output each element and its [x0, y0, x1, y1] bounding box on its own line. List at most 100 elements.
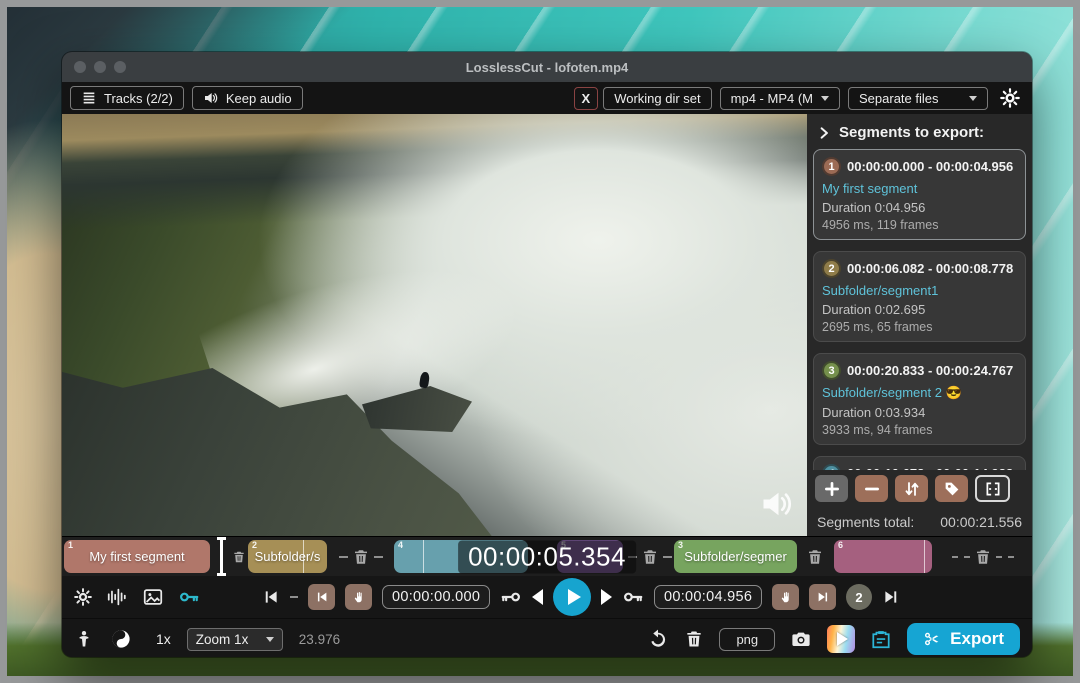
video-preview[interactable] [62, 114, 807, 536]
segment-number-badge: 3 [822, 361, 841, 380]
keyframe-cut-icon[interactable] [178, 586, 200, 608]
step-forward-button[interactable] [601, 589, 612, 605]
rotate-icon[interactable] [647, 628, 669, 650]
trash-icon[interactable] [352, 548, 370, 566]
segment-details: 4956 ms, 119 frames [822, 218, 1017, 232]
segment-card-3[interactable]: 3 00:00:20.833 - 00:00:24.767 Subfolder/… [813, 353, 1026, 445]
segment-card-1[interactable]: 1 00:00:00.000 - 00:00:04.956 My first s… [813, 149, 1026, 240]
segments-total-value: 00:00:21.556 [940, 514, 1022, 530]
segment-range: 00:00:06.082 - 00:00:08.778 [847, 261, 1013, 276]
trash-icon[interactable] [806, 548, 824, 566]
jump-file-end-icon[interactable] [882, 588, 900, 606]
working-dir-label: Working dir set [614, 91, 700, 106]
timeline-gap [800, 537, 830, 576]
play-icon [837, 632, 848, 646]
sort-numeric-icon [903, 480, 921, 498]
jump-cut-start-button[interactable] [308, 584, 335, 610]
framerate-value: 23.976 [299, 632, 340, 647]
segment-actions [813, 470, 1026, 508]
set-cut-end-button[interactable] [772, 584, 799, 610]
timeline-gap [936, 537, 1030, 576]
play-button[interactable] [553, 578, 591, 616]
current-time-display: 00:00:05.354 [458, 540, 636, 573]
chevron-down-icon [821, 96, 829, 101]
segment-name: Subfolder/segment1 [822, 283, 1017, 298]
timeline-segment-2[interactable]: 2 Subfolder/s [248, 540, 327, 573]
window-title: LosslessCut - lofoten.mp4 [62, 60, 1032, 75]
titlebar: LosslessCut - lofoten.mp4 [62, 52, 1032, 82]
export-options-clipboard-icon[interactable] [870, 628, 892, 650]
segment-duration: Duration 0:02.695 [822, 302, 1017, 317]
cut-end-time-input[interactable]: 00:00:04.956 [654, 585, 762, 609]
timeline-segment-3[interactable]: 3 Subfolder/segmer [674, 540, 797, 573]
losslesscut-window: LosslessCut - lofoten.mp4 Tracks (2/2) K… [62, 52, 1032, 657]
keep-audio-label: Keep audio [226, 91, 292, 106]
speaker-icon [203, 90, 219, 106]
cut-start-time-input[interactable]: 00:00:00.000 [382, 585, 490, 609]
seek-prev-keyframe-icon[interactable] [500, 586, 522, 608]
segments-header-label: Segments to export: [839, 124, 984, 141]
export-button[interactable]: Export [907, 623, 1020, 655]
tracks-icon [81, 90, 97, 106]
delete-source-trash-icon[interactable] [684, 629, 704, 649]
app-rainbow-play-icon[interactable] [827, 625, 855, 653]
jump-cut-end-button[interactable] [809, 584, 836, 610]
split-segment-button[interactable] [975, 475, 1010, 502]
add-segment-button[interactable] [815, 475, 848, 502]
sort-segments-button[interactable] [895, 475, 928, 502]
capture-format-button[interactable]: png [719, 628, 775, 651]
waveform-mode-icon[interactable] [106, 586, 128, 608]
export-label: Export [950, 629, 1004, 649]
segments-mode-value: Separate files [859, 91, 939, 106]
seek-next-keyframe-icon[interactable] [622, 586, 644, 608]
zoom-value: Zoom 1x [196, 632, 249, 647]
timeline[interactable]: 1 My first segment 2 Subfolder/s 4 00: [62, 536, 1032, 576]
playback-speed[interactable]: 1x [156, 631, 171, 647]
screenshot-frame: LosslessCut - lofoten.mp4 Tracks (2/2) K… [0, 0, 1080, 683]
remove-segment-button[interactable] [855, 475, 888, 502]
accessibility-person-icon[interactable] [74, 629, 94, 649]
trash-icon[interactable] [974, 548, 992, 566]
trash-icon[interactable] [641, 548, 659, 566]
label-segment-button[interactable] [935, 475, 968, 502]
timeline-segment-1[interactable]: 1 My first segment [64, 540, 210, 573]
timeline-segment-6[interactable]: 6 [834, 540, 932, 573]
play-icon [568, 589, 581, 605]
segment-card-4[interactable]: 4 00:00:10.678 - 00:00:14.933 [813, 456, 1026, 470]
timeline-settings-gear-icon[interactable] [74, 588, 92, 606]
segments-mode-select[interactable]: Separate files [848, 87, 988, 110]
clear-working-dir-button[interactable]: X [574, 87, 599, 110]
skip-start-icon [315, 590, 329, 604]
output-format-select[interactable]: mp4 - MP4 (M [720, 87, 840, 110]
playhead-cursor[interactable] [220, 537, 223, 576]
camera-snapshot-icon[interactable] [790, 628, 812, 650]
working-dir-button[interactable]: Working dir set [603, 87, 711, 110]
segment-list: 1 00:00:00.000 - 00:00:04.956 My first s… [813, 149, 1026, 470]
tracks-button[interactable]: Tracks (2/2) [70, 86, 184, 110]
segment-range: 00:00:20.833 - 00:00:24.767 [847, 363, 1013, 378]
zoom-select[interactable]: Zoom 1x [187, 628, 283, 651]
yin-yang-icon[interactable] [110, 628, 132, 650]
set-cut-start-button[interactable] [345, 584, 372, 610]
keep-audio-button[interactable]: Keep audio [192, 86, 303, 110]
segments-sidebar: Segments to export: 1 00:00:00.000 - 00:… [807, 114, 1032, 536]
trash-icon[interactable] [232, 550, 246, 564]
segment-name: My first segment [822, 181, 1017, 196]
segments-header[interactable]: Segments to export: [813, 120, 1026, 149]
thumbnails-mode-icon[interactable] [142, 586, 164, 608]
chevron-down-icon [266, 637, 274, 642]
volume-indicator-icon [759, 486, 795, 522]
segment-range: 00:00:00.000 - 00:00:04.956 [847, 159, 1013, 174]
split-icon [984, 480, 1002, 498]
step-back-button[interactable] [532, 589, 543, 605]
tracks-label: Tracks (2/2) [104, 91, 173, 106]
bottom-bar: 1x Zoom 1x 23.976 png Export [62, 618, 1032, 657]
hand-icon [352, 590, 366, 604]
segment-card-2[interactable]: 2 00:00:06.082 - 00:00:08.778 Subfolder/… [813, 251, 1026, 342]
segments-total: Segments total: 00:00:21.556 [813, 508, 1026, 532]
play-count-button[interactable]: 2 [846, 584, 872, 610]
jump-file-start-icon[interactable] [262, 588, 280, 606]
scissors-icon [923, 630, 941, 648]
top-toolbar: Tracks (2/2) Keep audio X Working dir se… [62, 82, 1032, 114]
settings-button[interactable] [996, 88, 1024, 108]
